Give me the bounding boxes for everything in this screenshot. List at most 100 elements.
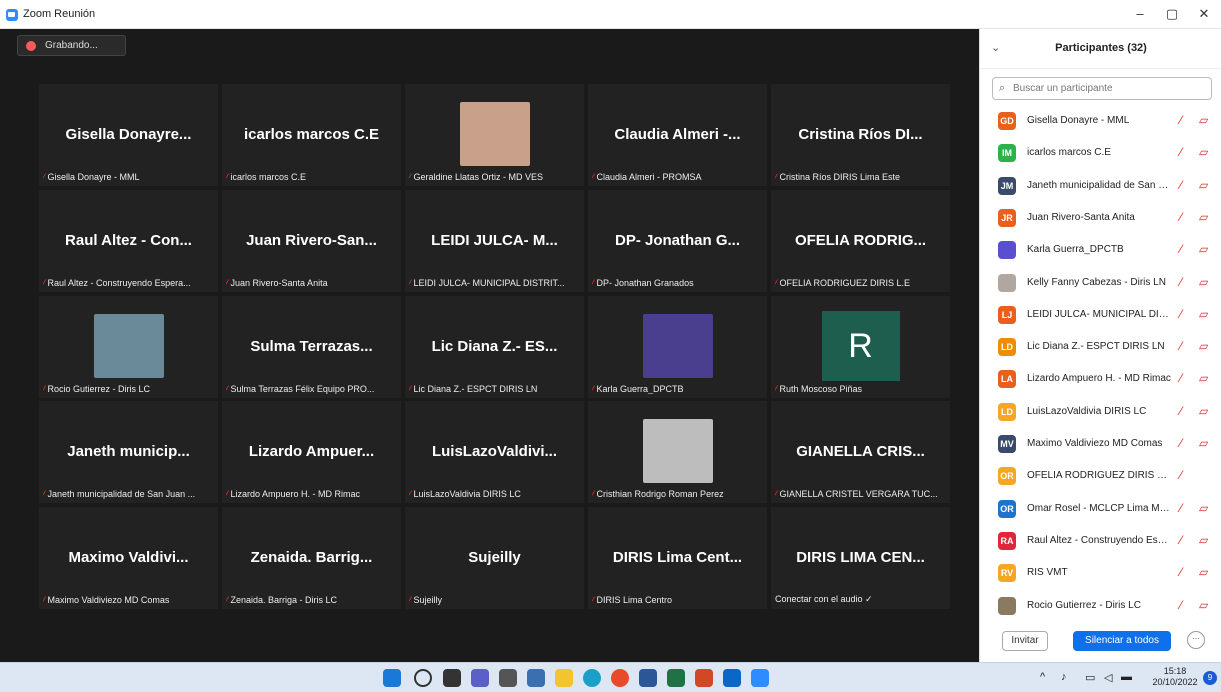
participant-search-input[interactable]: ⌕ Buscar un participante <box>992 77 1212 100</box>
mic-muted-icon[interactable]: ⁄ <box>1180 275 1182 289</box>
mic-muted-icon[interactable]: ⁄ <box>1180 339 1182 353</box>
participant-row[interactable]: Kelly Fanny Cabezas - Diris LN ⁄ ▱ <box>980 269 1221 300</box>
close-button[interactable]: ✕ <box>1194 6 1214 22</box>
video-off-icon[interactable]: ▱ <box>1199 113 1208 127</box>
participant-tile[interactable]: ⁄ Cristhian Rodrigo Roman Perez <box>588 401 767 503</box>
word-icon[interactable] <box>639 669 657 687</box>
participant-tile[interactable]: R ⁄ Ruth Moscoso Piñas <box>771 296 950 398</box>
participant-row[interactable]: LD Lic Diana Z.- ESPCT DIRIS LN ⁄ ▱ <box>980 333 1221 364</box>
mute-all-button[interactable]: Silenciar a todos <box>1073 631 1171 651</box>
mic-muted-icon[interactable]: ⁄ <box>1180 371 1182 385</box>
mic-muted-icon[interactable]: ⁄ <box>1180 178 1182 192</box>
calculator-icon[interactable] <box>499 669 517 687</box>
video-off-icon[interactable]: ▱ <box>1199 533 1208 547</box>
mic-muted-icon[interactable]: ⁄ <box>1180 113 1182 127</box>
mic-muted-icon[interactable]: ⁄ <box>1180 145 1182 159</box>
participant-tile[interactable]: Cristina Ríos DI... ⁄ Cristina Ríos DIRIS … <box>771 84 950 186</box>
mic-muted-icon[interactable]: ⁄ <box>1180 436 1182 450</box>
mic-muted-icon[interactable]: ⁄ <box>1180 404 1182 418</box>
participant-tile[interactable]: OFELIA RODRIG... ⁄ OFELIA RODRIGUEZ DIRIS … <box>771 190 950 292</box>
video-off-icon[interactable]: ▱ <box>1199 210 1208 224</box>
participant-row[interactable]: LA Lizardo Ampuero H. - MD Rimac ⁄ ▱ <box>980 365 1221 396</box>
participant-row[interactable]: JM Janeth municipalidad de San Jua... ⁄ ▱ <box>980 172 1221 203</box>
excel-icon[interactable] <box>667 669 685 687</box>
participant-row[interactable]: IM icarlos marcos C.E ⁄ ▱ <box>980 139 1221 170</box>
participant-tile[interactable]: Maximo Valdivi... ⁄ Maximo Valdiviezo MD C… <box>39 507 218 609</box>
video-off-icon[interactable]: ▱ <box>1199 145 1208 159</box>
more-options-button[interactable]: ··· <box>1187 631 1205 649</box>
mic-muted-icon[interactable]: ⁄ <box>1180 501 1182 515</box>
mic-muted-icon[interactable]: ⁄ <box>1180 533 1182 547</box>
mic-muted-icon[interactable]: ⁄ <box>1180 468 1182 482</box>
participant-tile[interactable]: Juan Rivero-San... ⁄ Juan Rivero-Santa Ani… <box>222 190 401 292</box>
video-off-icon[interactable]: ▱ <box>1199 501 1208 515</box>
participant-row[interactable]: Karla Guerra_DPCTB ⁄ ▱ <box>980 236 1221 267</box>
participant-tile[interactable]: Raul Altez - Con... ⁄ Raul Altez - Constru… <box>39 190 218 292</box>
chevron-up-icon[interactable]: ^ <box>1040 671 1045 683</box>
mic-muted-icon[interactable]: ⁄ <box>1180 565 1182 579</box>
video-off-icon[interactable]: ▱ <box>1199 307 1208 321</box>
participant-row[interactable]: RA Raul Altez - Construyendo Esper... ⁄ ▱ <box>980 527 1221 558</box>
video-off-icon[interactable]: ▱ <box>1199 275 1208 289</box>
mic-muted-icon[interactable]: ⁄ <box>1180 242 1182 256</box>
participant-tile[interactable]: DIRIS Lima Cent... ⁄ DIRIS Lima Centro <box>588 507 767 609</box>
battery-icon[interactable]: ▬ <box>1121 671 1132 683</box>
volume-icon[interactable]: ◁ <box>1104 671 1112 684</box>
participant-tile[interactable]: Lizardo Ampuer... ⁄ Lizardo Ampuero H. - M… <box>222 401 401 503</box>
participant-row[interactable]: Rocio Gutierrez - Diris LC ⁄ ▱ <box>980 592 1221 623</box>
mic-muted-icon[interactable]: ⁄ <box>1180 307 1182 321</box>
start-icon[interactable] <box>383 669 401 687</box>
search-icon[interactable] <box>414 669 432 687</box>
participant-tile[interactable]: Claudia Almeri -... ⁄ Claudia Almeri - PRO… <box>588 84 767 186</box>
zoom-taskbar-icon[interactable] <box>751 669 769 687</box>
minimize-button[interactable]: – <box>1130 6 1150 22</box>
participant-tile[interactable]: GIANELLA CRIS... ⁄ GIANELLA CRISTEL VERGAR… <box>771 401 950 503</box>
notification-badge[interactable]: 9 <box>1203 671 1217 685</box>
powerpoint-icon[interactable] <box>695 669 713 687</box>
microphone-icon[interactable]: ♪ <box>1061 671 1067 683</box>
task-view-icon[interactable] <box>443 669 461 687</box>
participant-tile[interactable]: DIRIS LIMA CEN... Conectar con el audio ✓ <box>771 507 950 609</box>
recording-indicator[interactable]: Grabando... <box>17 35 126 56</box>
participant-tile[interactable]: Zenaida. Barrig... ⁄ Zenaida. Barriga - Di… <box>222 507 401 609</box>
video-off-icon[interactable]: ▱ <box>1199 242 1208 256</box>
participant-row[interactable]: GD Gisella Donayre - MML ⁄ ▱ <box>980 107 1221 138</box>
chat-icon[interactable] <box>471 669 489 687</box>
participant-tile[interactable]: ⁄ Karla Guerra_DPCTB <box>588 296 767 398</box>
mic-muted-icon[interactable]: ⁄ <box>1180 598 1182 612</box>
video-off-icon[interactable]: ▱ <box>1199 565 1208 579</box>
video-off-icon[interactable]: ▱ <box>1199 436 1208 450</box>
invite-button[interactable]: Invitar <box>1002 631 1048 651</box>
participant-row[interactable]: JR Juan Rivero-Santa Anita ⁄ ▱ <box>980 204 1221 235</box>
participant-tile[interactable]: ⁄ Rocio Gutierrez - Diris LC <box>39 296 218 398</box>
video-off-icon[interactable]: ▱ <box>1199 339 1208 353</box>
notepad-icon[interactable] <box>527 669 545 687</box>
video-off-icon[interactable]: ▱ <box>1199 371 1208 385</box>
video-off-icon[interactable]: ▱ <box>1199 598 1208 612</box>
video-off-icon[interactable]: ▱ <box>1199 404 1208 418</box>
video-off-icon[interactable]: ▱ <box>1199 178 1208 192</box>
participant-row[interactable]: LD LuisLazoValdivia DIRIS LC ⁄ ▱ <box>980 398 1221 429</box>
participant-tile[interactable]: Sujeilly ⁄ Sujeilly <box>405 507 584 609</box>
participant-row[interactable]: OR OFELIA RODRIGUEZ DIRIS L.E ⁄ <box>980 462 1221 493</box>
system-clock[interactable]: 15:18 20/10/2022 <box>1150 666 1200 688</box>
restore-button[interactable]: ▢ <box>1162 6 1182 22</box>
participant-row[interactable]: MV Maximo Valdiviezo MD Comas ⁄ ▱ <box>980 430 1221 461</box>
participant-tile[interactable]: Sulma Terrazas... ⁄ Sulma Terrazas Félix E… <box>222 296 401 398</box>
participant-tile[interactable]: Lic Diana Z.- ES... ⁄ Lic Diana Z.- ESPCT … <box>405 296 584 398</box>
outlook-icon[interactable] <box>723 669 741 687</box>
participant-tile[interactable]: ⁄ Geraldine Llatas Ortiz - MD VES <box>405 84 584 186</box>
participant-tile[interactable]: LuisLazoValdivi... ⁄ LuisLazoValdivia DIRI… <box>405 401 584 503</box>
participant-tile[interactable]: LEIDI JULCA- M... ⁄ LEIDI JULCA- MUNICIPAL… <box>405 190 584 292</box>
participant-tile[interactable]: DP- Jonathan G... ⁄ DP- Jonathan Granados <box>588 190 767 292</box>
participant-row[interactable]: RV RIS VMT ⁄ ▱ <box>980 559 1221 590</box>
edge-icon[interactable] <box>583 669 601 687</box>
participant-row[interactable]: LJ LEIDI JULCA- MUNICIPAL DISTRI... ⁄ ▱ <box>980 301 1221 332</box>
participant-row[interactable]: OR Omar Rosel - MCLCP Lima Metro... ⁄ ▱ <box>980 495 1221 526</box>
participant-tile[interactable]: Janeth municip... ⁄ Janeth municipalidad d… <box>39 401 218 503</box>
network-icon[interactable]: ▭ <box>1085 671 1095 684</box>
mic-muted-icon[interactable]: ⁄ <box>1180 210 1182 224</box>
participant-tile[interactable]: icarlos marcos C.E ⁄ icarlos marcos C.E <box>222 84 401 186</box>
participant-tile[interactable]: Gisella Donayre... ⁄ Gisella Donayre - MML <box>39 84 218 186</box>
file-explorer-icon[interactable] <box>555 669 573 687</box>
